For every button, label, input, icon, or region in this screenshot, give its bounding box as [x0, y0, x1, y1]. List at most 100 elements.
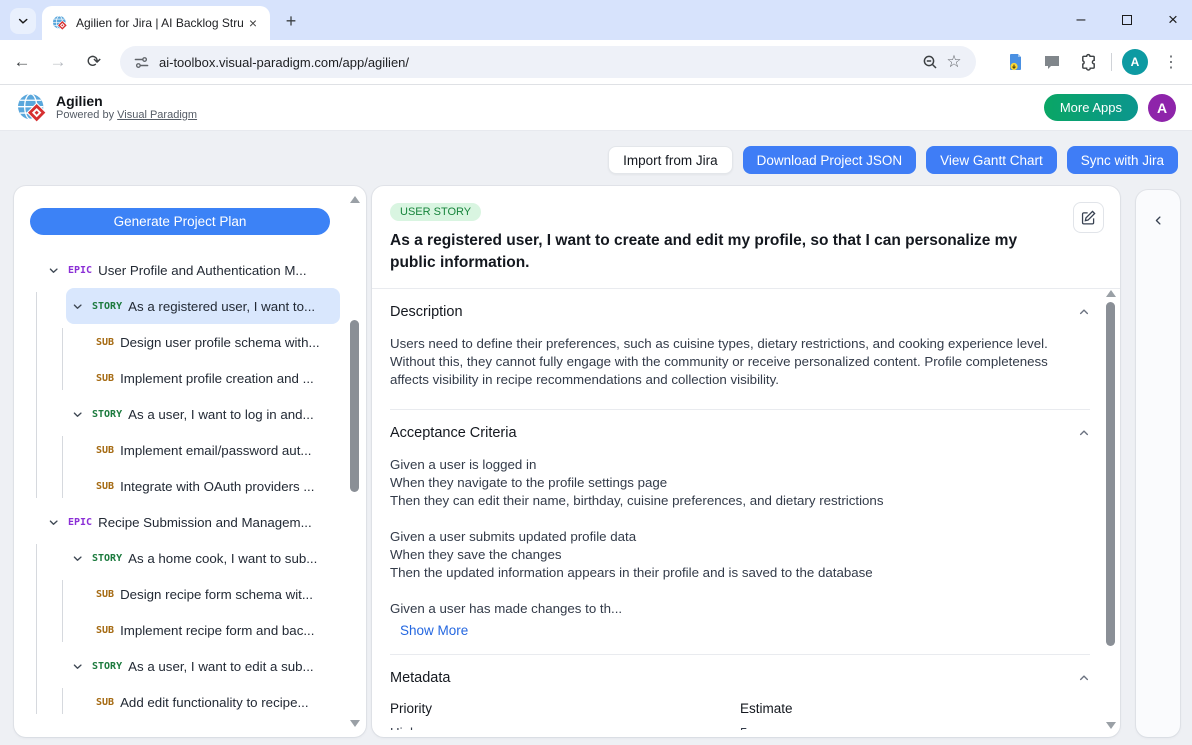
- acceptance-section-header[interactable]: Acceptance Criteria: [390, 425, 1090, 441]
- tree-item-label: Integrate with OAuth providers ...: [120, 479, 314, 494]
- scroll-up-icon[interactable]: [350, 196, 360, 203]
- tree-item-story[interactable]: STORYAs a user, I want to log in and...: [14, 396, 340, 432]
- site-settings-icon[interactable]: [134, 55, 149, 70]
- project-actions: Import from Jira Download Project JSON V…: [608, 146, 1178, 174]
- field-label: Estimate: [740, 701, 1090, 716]
- tree-item-type: STORY: [92, 661, 122, 672]
- chevron-up-icon[interactable]: [1078, 672, 1090, 684]
- section-title: Metadata: [390, 670, 450, 686]
- url-text[interactable]: ai-toolbox.visual-paradigm.com/app/agili…: [159, 55, 918, 70]
- visual-paradigm-logo: [16, 92, 48, 124]
- description-text: Users need to define their preferences, …: [390, 335, 1090, 389]
- back-button[interactable]: ←: [8, 48, 36, 76]
- acceptance-paragraph: Given a user submits updated profile dat…: [390, 528, 1090, 582]
- extensions-puzzle-icon[interactable]: [1075, 49, 1101, 75]
- tree-guide-line: [62, 688, 63, 714]
- scroll-down-icon[interactable]: [350, 720, 360, 727]
- tree-item-type: EPIC: [68, 265, 92, 276]
- scrollbar-thumb[interactable]: [1106, 302, 1115, 646]
- tree-item-label: Design user profile schema with...: [120, 335, 320, 350]
- acceptance-paragraphs: Given a user is logged inWhen they navig…: [390, 456, 1090, 618]
- tree-item-story[interactable]: STORYAs a registered user, I want to...: [14, 288, 340, 324]
- tree-item-story[interactable]: STORYAs a home cook, I want to sub...: [14, 540, 340, 576]
- feedback-bubble-icon[interactable]: [1039, 49, 1065, 75]
- scrollbar-thumb[interactable]: [350, 320, 359, 492]
- sync-with-jira-button[interactable]: Sync with Jira: [1067, 146, 1178, 174]
- forward-button[interactable]: →: [44, 48, 72, 76]
- edit-story-button[interactable]: [1073, 202, 1104, 233]
- field-value: High: [390, 725, 740, 730]
- view-gantt-chart-button[interactable]: View Gantt Chart: [926, 146, 1057, 174]
- zoom-out-icon[interactable]: [918, 50, 942, 74]
- address-bar[interactable]: ai-toolbox.visual-paradigm.com/app/agili…: [120, 46, 976, 78]
- user-avatar[interactable]: A: [1148, 94, 1176, 122]
- tree-item-label: Implement email/password aut...: [120, 443, 311, 458]
- chevron-down-icon[interactable]: [72, 661, 86, 672]
- generate-project-plan-button[interactable]: Generate Project Plan: [30, 208, 330, 235]
- import-from-jira-button[interactable]: Import from Jira: [608, 146, 733, 174]
- browser-menu-icon[interactable]: ⋮: [1158, 49, 1184, 75]
- acceptance-paragraph: Given a user is logged inWhen they navig…: [390, 456, 1090, 510]
- scroll-down-icon[interactable]: [1106, 722, 1116, 729]
- tree-item-type: SUB: [96, 697, 114, 708]
- tree-item-label: Recipe Submission and Managem...: [98, 515, 312, 530]
- tree-item-type: STORY: [92, 553, 122, 564]
- tree-item-type: SUB: [96, 445, 114, 456]
- description-section-header[interactable]: Description: [390, 304, 1090, 320]
- chevron-up-icon[interactable]: [1078, 306, 1090, 318]
- tab-search-button[interactable]: [10, 8, 36, 34]
- new-tab-button[interactable]: +: [280, 10, 302, 32]
- tree-guide-line: [36, 544, 37, 714]
- detail-scrollbar[interactable]: [1105, 290, 1117, 729]
- tree-item-type: SUB: [96, 625, 114, 636]
- scroll-up-icon[interactable]: [1106, 290, 1116, 297]
- app-header: Agilien Powered by Visual Paradigm More …: [0, 85, 1192, 131]
- show-more-link[interactable]: Show More: [400, 623, 468, 638]
- chevron-down-icon[interactable]: [72, 409, 86, 420]
- metadata-section: Metadata Priority High Estimate 5: [390, 654, 1090, 730]
- window-minimize-button[interactable]: –: [1074, 13, 1088, 27]
- window-maximize-button[interactable]: [1120, 13, 1134, 27]
- acceptance-criteria-section: Acceptance Criteria Given a user is logg…: [390, 409, 1090, 654]
- tree-item-epic[interactable]: EPIC User Profile and Authentication M...: [14, 252, 340, 288]
- visual-paradigm-link[interactable]: Visual Paradigm: [117, 109, 197, 121]
- close-tab-icon[interactable]: ×: [244, 14, 262, 32]
- tree-item-label: Design recipe form schema wit...: [120, 587, 313, 602]
- reading-list-extension-icon[interactable]: [1003, 49, 1029, 75]
- description-section: Description Users need to define their p…: [390, 289, 1090, 389]
- chevron-down-icon[interactable]: [72, 553, 86, 564]
- chevron-down-icon: [17, 15, 29, 27]
- tree-item-label: User Profile and Authentication M...: [98, 263, 306, 278]
- tree-guide-line: [62, 580, 63, 642]
- sidebar-scrollbar[interactable]: [349, 196, 361, 727]
- bookmark-star-icon[interactable]: ☆: [942, 50, 966, 74]
- chevron-down-icon[interactable]: [48, 265, 62, 276]
- metadata-section-header[interactable]: Metadata: [390, 670, 1090, 686]
- tree-item-epic[interactable]: EPIC Recipe Submission and Managem...: [14, 504, 340, 540]
- expand-panel-button[interactable]: [1136, 208, 1180, 232]
- chevron-down-icon[interactable]: [72, 301, 86, 312]
- window-close-button[interactable]: ×: [1166, 13, 1180, 27]
- collapsed-side-panel: [1136, 190, 1180, 737]
- tree-item-story[interactable]: STORYAs a user, I want to edit a sub...: [14, 648, 340, 684]
- browser-profile-avatar[interactable]: A: [1122, 49, 1148, 75]
- more-apps-button[interactable]: More Apps: [1044, 94, 1138, 121]
- tree-item-type: SUB: [96, 589, 114, 600]
- issue-type-badge: USER STORY: [390, 203, 481, 221]
- backlog-sidebar: Generate Project Plan EPIC User Profile a…: [14, 186, 366, 737]
- section-title: Description: [390, 304, 463, 320]
- reload-button[interactable]: ⟳: [80, 48, 108, 76]
- tree-guide-line: [36, 292, 37, 498]
- powered-by-text: Powered by: [56, 109, 117, 121]
- tree-item-type: SUB: [96, 481, 114, 492]
- chevron-down-icon[interactable]: [48, 517, 62, 528]
- tree-item-type: EPIC: [68, 517, 92, 528]
- browser-toolbar: ← → ⟳ ai-toolbox.visual-paradigm.com/app…: [0, 40, 1192, 85]
- acceptance-paragraph: Given a user has made changes to th...: [390, 600, 1090, 618]
- chevron-left-icon: [1153, 214, 1164, 227]
- browser-tab[interactable]: Agilien for Jira | AI Backlog Stru ×: [42, 6, 270, 40]
- tree-item-label: Add edit functionality to recipe...: [120, 695, 308, 710]
- chevron-up-icon[interactable]: [1078, 427, 1090, 439]
- download-project-json-button[interactable]: Download Project JSON: [743, 146, 917, 174]
- metadata-field: Estimate 5: [740, 701, 1090, 730]
